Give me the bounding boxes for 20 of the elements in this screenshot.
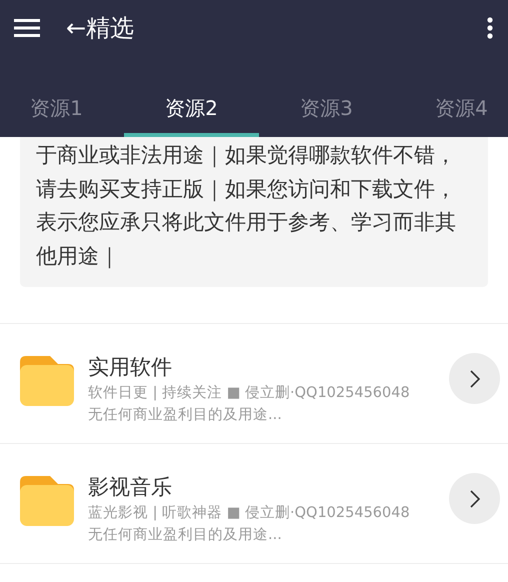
menu-icon[interactable] — [14, 19, 40, 37]
tab[interactable]: 资源3 — [259, 77, 394, 137]
chevron-right-icon — [470, 370, 480, 388]
notice-text: 于商业或非法用途｜如果觉得哪款软件不错，请去购买支持正版｜如果您访问和下载文件，表示您应承只将此文件用于参考、学习而非其他用途｜ — [36, 142, 457, 270]
folder-icon — [20, 356, 74, 406]
tab[interactable]: 资源1 — [0, 77, 124, 137]
folder-subtitle: 蓝光影视 | 听歌神器 ■ 侵立删·QQ1025456048 — [88, 504, 410, 523]
tab[interactable]: 资源4 — [394, 77, 508, 137]
folder-title: 影视音乐 — [88, 474, 173, 501]
folder-description: 无任何商业盈利目的及用途... — [88, 406, 283, 425]
folder-row[interactable]: 影视音乐 蓝光影视 | 听歌神器 ■ 侵立删·QQ1025456048 无任何商业盈利目的及用途... — [0, 444, 508, 564]
folder-row[interactable]: 实用软件 软件日更 | 持续关注 ■ 侵立删·QQ1025456048 无任何商业盈利目的及用途... — [0, 324, 508, 444]
page-title: ←精选 — [66, 13, 134, 44]
folder-subtitle: 软件日更 | 持续关注 ■ 侵立删·QQ1025456048 — [88, 384, 410, 403]
more-icon[interactable] — [487, 17, 493, 39]
folder-title: 实用软件 — [88, 354, 173, 381]
folder-description: 无任何商业盈利目的及用途... — [88, 526, 283, 545]
tab[interactable]: 资源2 — [124, 77, 259, 137]
folder-icon — [20, 476, 74, 526]
chevron-right-icon — [470, 490, 480, 508]
